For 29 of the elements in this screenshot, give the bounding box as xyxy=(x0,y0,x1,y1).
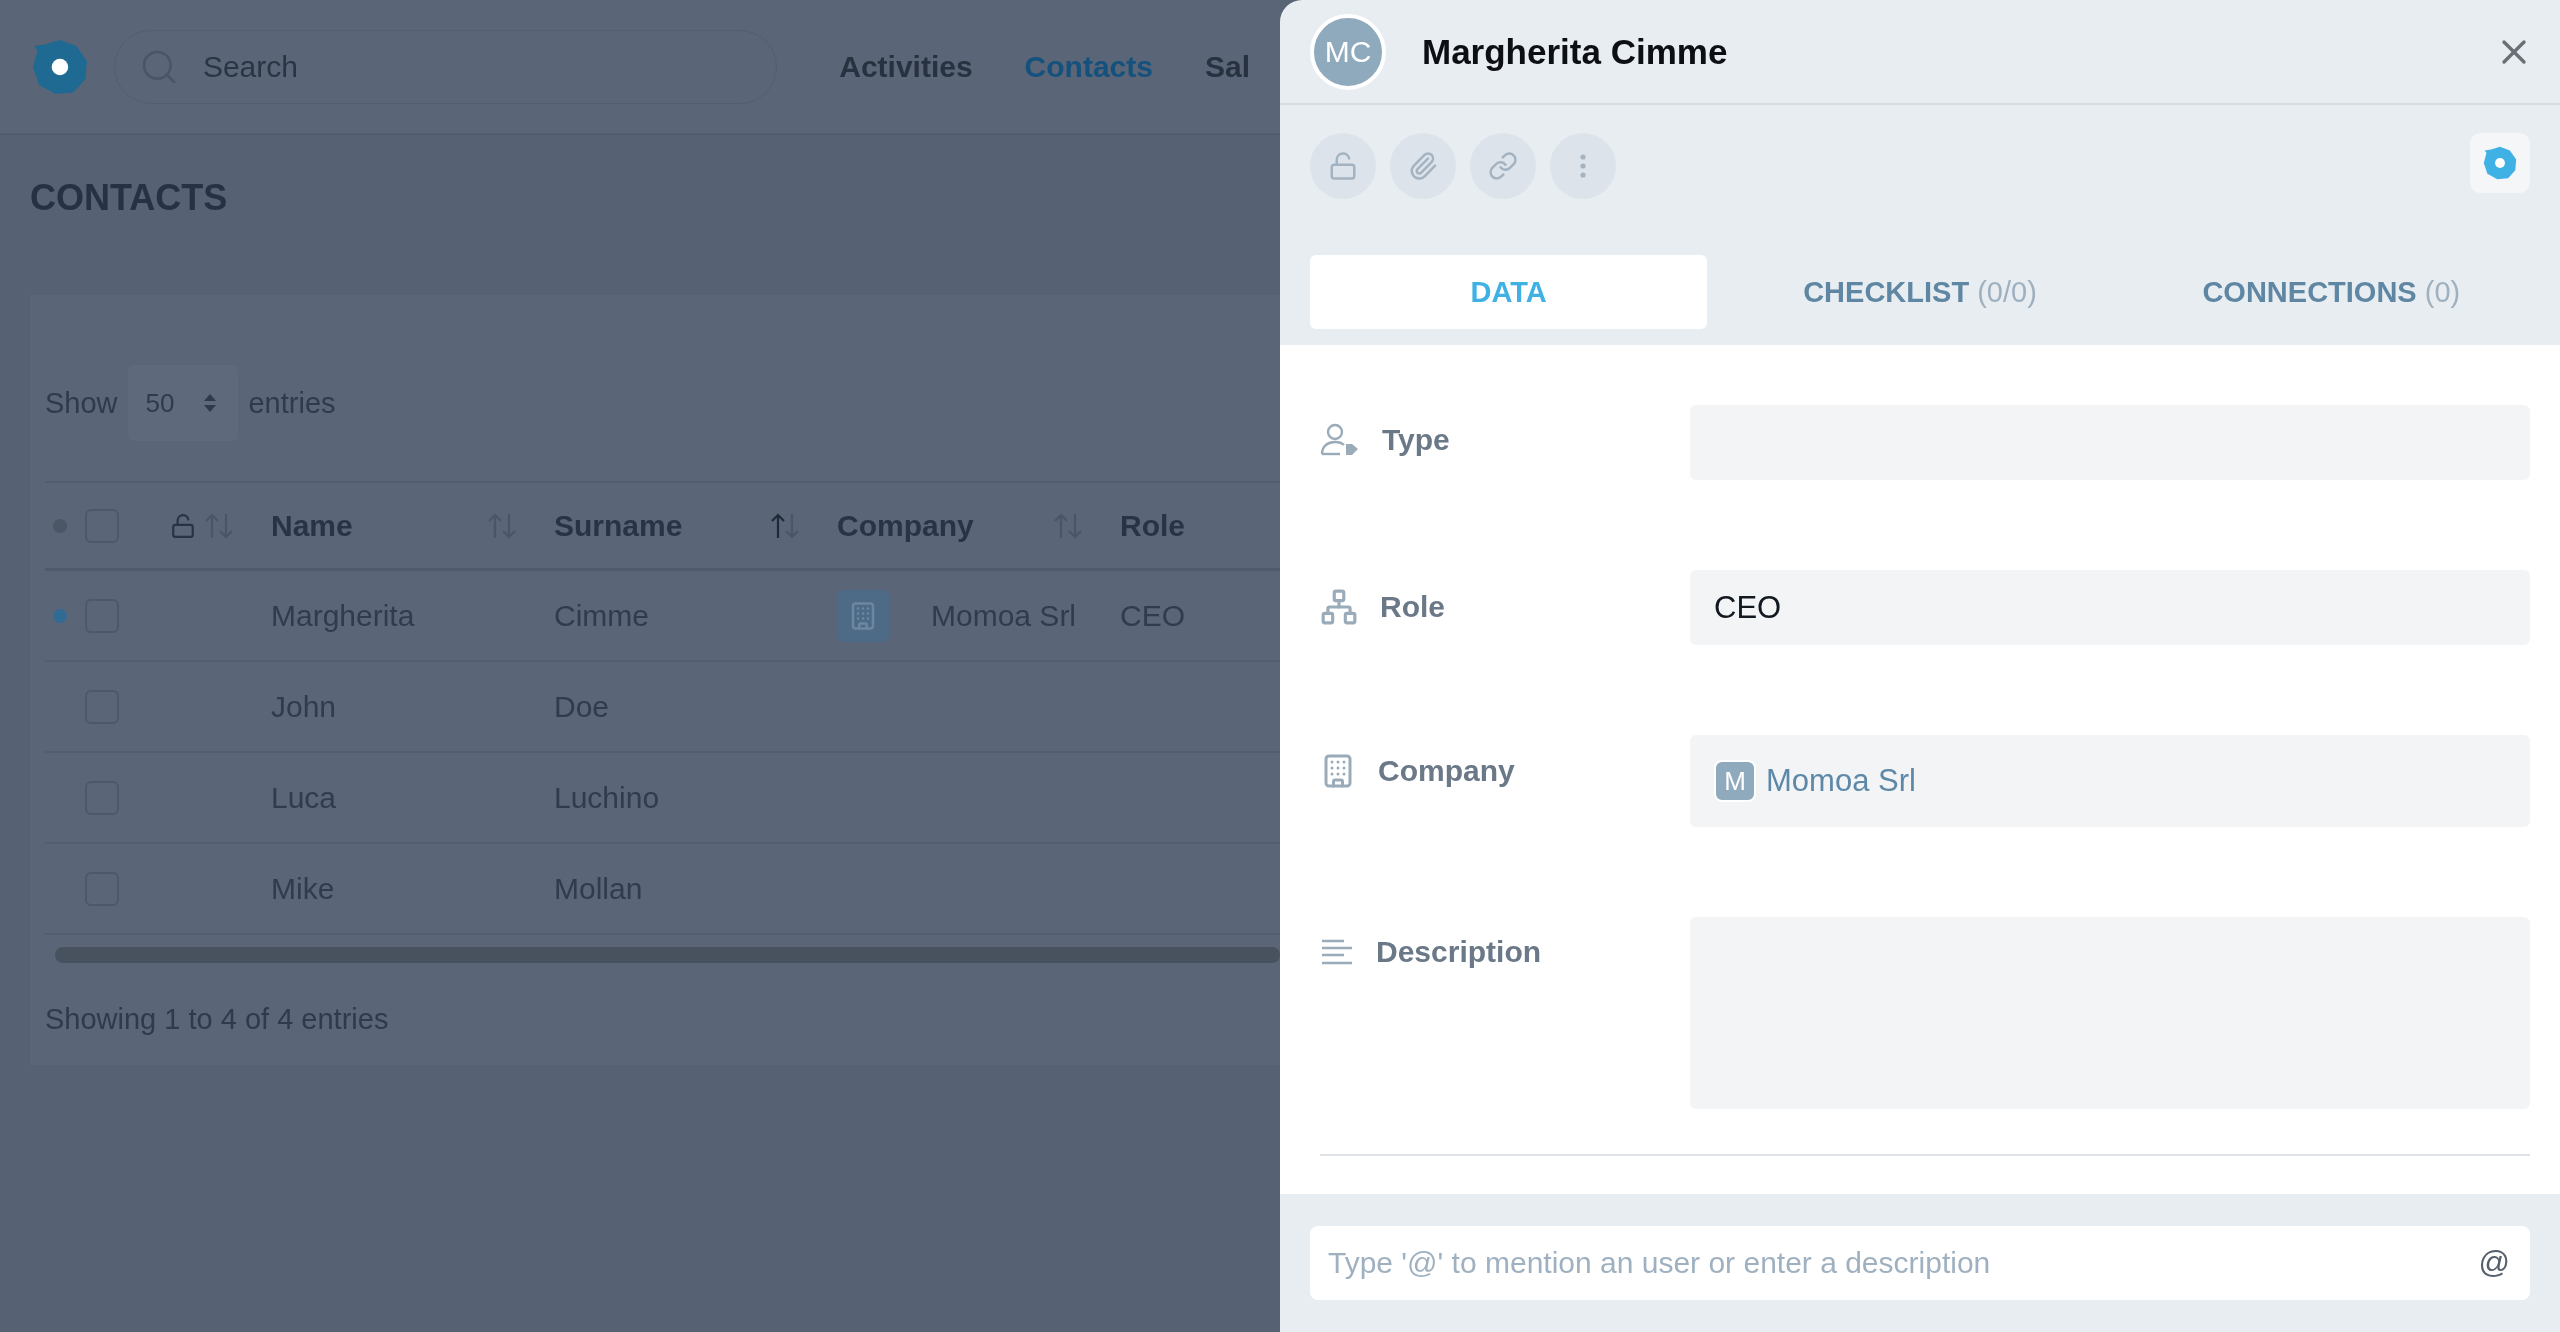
field-label: Type xyxy=(1382,423,1450,457)
mention-button[interactable]: @ xyxy=(2472,1244,2516,1282)
paperclip-icon xyxy=(1408,151,1438,181)
nav-link[interactable]: Contacts xyxy=(1024,49,1153,84)
field-label: Role xyxy=(1380,590,1445,624)
nav-link[interactable]: Activities xyxy=(839,49,973,84)
building-badge-icon xyxy=(837,589,889,642)
company-link[interactable]: M Momoa Srl xyxy=(1714,760,1916,802)
logo-button[interactable] xyxy=(2470,133,2530,193)
logo-icon xyxy=(2482,145,2518,181)
company-initial: M xyxy=(1714,760,1756,802)
nav-link[interactable]: Sal xyxy=(1204,49,1250,84)
avatar: MC xyxy=(1310,13,1386,90)
input-field[interactable]: CEO xyxy=(1690,570,2530,645)
align-left-icon xyxy=(1320,937,1354,967)
panel-title: Margherita Cimme xyxy=(1422,31,1729,72)
tab[interactable]: CONNECTIONS (0) xyxy=(2132,255,2530,329)
field-label: Description xyxy=(1376,935,1542,969)
comment-field[interactable]: Type '@' to mention an user or enter a description @ xyxy=(1310,1226,2530,1300)
hierarchy-icon xyxy=(1320,588,1358,626)
link-icon xyxy=(1488,151,1518,181)
tab[interactable]: DATA xyxy=(1310,255,1708,329)
tab[interactable]: CHECKLIST (0/0) xyxy=(1721,255,2119,329)
company-field[interactable]: M Momoa Srl xyxy=(1690,735,2530,827)
scrollbar[interactable] xyxy=(55,947,1280,963)
field-label: Company xyxy=(1378,754,1515,788)
more-icon xyxy=(1580,154,1586,178)
lock-icon xyxy=(1328,151,1358,181)
user-tag-icon xyxy=(1320,423,1360,457)
